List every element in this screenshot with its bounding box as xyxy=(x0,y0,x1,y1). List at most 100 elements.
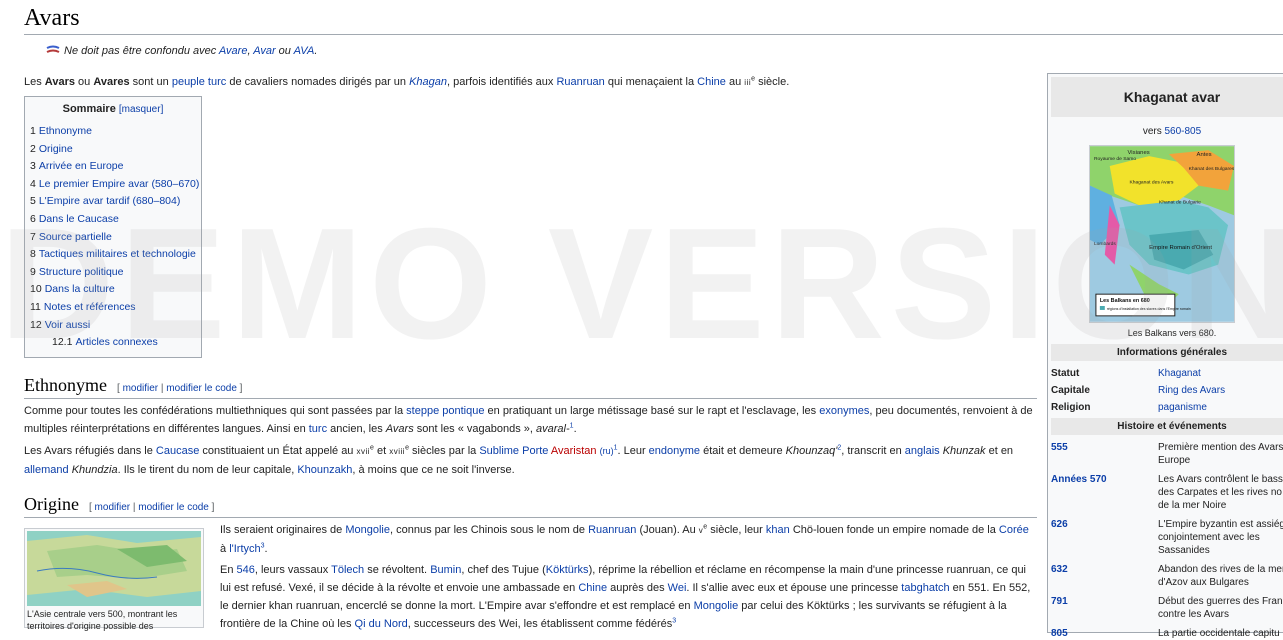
toc-item-link[interactable]: Arrivée en Europe xyxy=(39,160,124,172)
link-steppe[interactable]: steppe pontique xyxy=(406,405,484,417)
toc-item[interactable]: 12 Voir aussi xyxy=(30,317,196,335)
edit-link[interactable]: modifier xyxy=(95,502,131,513)
toc-item[interactable]: 5 L'Empire avar tardif (680–804) xyxy=(30,193,196,211)
toc-item-link[interactable]: Le premier Empire avar (580–670) xyxy=(39,178,200,190)
link-caucase[interactable]: Caucase xyxy=(156,445,199,457)
infobox-event-year[interactable]: 555 xyxy=(1051,441,1158,467)
toc-item-number: 10 xyxy=(30,283,42,296)
infobox-event-line: de la mer Noire xyxy=(1158,500,1227,511)
redlink-avaristan[interactable]: Avaristan xyxy=(551,445,597,457)
toc-item-number: 4 xyxy=(30,177,36,190)
link-khounzakh[interactable]: Khounzakh xyxy=(297,464,352,476)
link-anglais[interactable]: anglais xyxy=(905,445,940,457)
infobox-event-line: Les Avars contrôlent le bass xyxy=(1158,474,1283,485)
toc-item-link[interactable]: Tactiques militaires et technologie xyxy=(39,248,196,260)
infobox-event-line: d'Azov aux Bulgares xyxy=(1158,577,1249,588)
edit-link[interactable]: modifier xyxy=(123,383,159,394)
link-tolech[interactable]: Tölech xyxy=(331,564,364,576)
link-wei[interactable]: Wei xyxy=(668,582,687,594)
toc-item-link[interactable]: Dans le Caucase xyxy=(39,213,119,225)
hatnote-link-ava[interactable]: AVA xyxy=(294,45,315,57)
link-kokturks[interactable]: Köktürks xyxy=(546,564,589,576)
toc-item-link[interactable]: Source partielle xyxy=(39,231,112,243)
infobox-event-year[interactable]: 626 xyxy=(1051,518,1158,557)
link-khan[interactable]: khan xyxy=(766,524,790,536)
map-label-avars: Khaganat des Avars xyxy=(1129,180,1174,186)
link-period[interactable]: 560-805 xyxy=(1164,126,1201,137)
link-qi-du-nord[interactable]: Qi du Nord xyxy=(355,618,408,630)
map-balkans: Visianes Antes Royaume de Samo Khanat de… xyxy=(1089,145,1235,323)
link-allemand[interactable]: allemand xyxy=(24,464,69,476)
infobox-event-text: Début des guerres des Fran contre les Ava… xyxy=(1158,595,1283,621)
toc-toggle[interactable]: [masquer] xyxy=(119,104,163,115)
toc-item[interactable]: 2 Origine xyxy=(30,141,196,159)
link-mongolie[interactable]: Mongolie xyxy=(345,524,390,536)
link-endonyme[interactable]: endonyme xyxy=(649,445,700,457)
toc-item[interactable]: 1 Ethnonyme xyxy=(30,123,196,141)
map-label-antes: Antes xyxy=(1197,152,1212,158)
toc-item[interactable]: 8 Tactiques militaires et technologie xyxy=(30,246,196,264)
map-label-samo: Royaume de Samo xyxy=(1094,156,1136,162)
link-tabghatch[interactable]: tabghatch xyxy=(901,582,949,594)
toc-item-link[interactable]: Structure politique xyxy=(39,266,124,278)
infobox-map[interactable]: Visianes Antes Royaume de Samo Khanat de… xyxy=(1089,145,1235,323)
link-coree[interactable]: Corée xyxy=(999,524,1029,536)
infobox-event-year[interactable]: 805 xyxy=(1051,627,1158,640)
infobox-value-link[interactable]: Khaganat xyxy=(1158,367,1201,380)
link-irtych[interactable]: l'Irtych xyxy=(229,543,260,555)
infobox-row: Religion paganisme xyxy=(1051,401,1283,414)
toc-item[interactable]: 4 Le premier Empire avar (580–670) xyxy=(30,176,199,194)
infobox-general-header: Informations générales xyxy=(1051,344,1283,361)
toc-item-link[interactable]: Voir aussi xyxy=(45,319,91,331)
infobox-key: Capitale xyxy=(1051,385,1090,396)
edit-code-link[interactable]: modifier le code xyxy=(166,383,237,394)
infobox-event-year[interactable]: 632 xyxy=(1051,563,1158,589)
link-turc[interactable]: turc xyxy=(309,423,327,435)
infobox-event-row: 791 Début des guerres des Fran contre les … xyxy=(1051,595,1283,621)
infobox-value-link[interactable]: Ring des Avars xyxy=(1158,384,1225,397)
link-ru[interactable]: (ru) xyxy=(600,446,614,456)
infobox-event-year[interactable]: 791 xyxy=(1051,595,1158,621)
link-chine-2[interactable]: Chine xyxy=(578,582,607,594)
infobox-event-text: L'Empire byzantin est assiég conjointemen… xyxy=(1158,518,1283,557)
infobox-event-year[interactable]: Années 570 xyxy=(1051,473,1158,512)
infobox-value-link[interactable]: paganisme xyxy=(1158,401,1207,414)
toc-item-number: 5 xyxy=(30,195,36,208)
link-bumin[interactable]: Bumin xyxy=(430,564,461,576)
link-546[interactable]: 546 xyxy=(237,564,255,576)
link-ruanruan[interactable]: Ruanruan xyxy=(556,76,604,88)
link-chine[interactable]: Chine xyxy=(697,76,726,88)
toc-item-link[interactable]: Articles connexes xyxy=(75,336,157,348)
toc-item[interactable]: 12.1 Articles connexes xyxy=(30,334,196,352)
toc-item[interactable]: 9 Structure politique xyxy=(30,264,196,282)
thumbnail-central-asia[interactable]: L'Asie centrale vers 500, montrant les t… xyxy=(24,528,204,631)
edit-code-link[interactable]: modifier le code xyxy=(138,502,209,513)
toc-item[interactable]: 11 Notes et références xyxy=(30,299,196,317)
infobox-period: vers 560-805 xyxy=(1142,126,1202,137)
link-ruanruan-2[interactable]: Ruanruan xyxy=(588,524,636,536)
toc-item[interactable]: 10 Dans la culture xyxy=(30,281,196,299)
ref-3b[interactable]: 3 xyxy=(672,617,676,624)
hatnote-link-avar[interactable]: Avar xyxy=(253,45,275,57)
link-exonymes[interactable]: exonymes xyxy=(819,405,869,417)
link-peuple[interactable]: peuple turc xyxy=(172,76,226,88)
toc-item[interactable]: 6 Dans le Caucase xyxy=(30,211,196,229)
intro-paragraph: Les Avars ou Avares sont un peuple turc … xyxy=(24,75,790,88)
toc-item-link[interactable]: Dans la culture xyxy=(45,283,115,295)
toc-item-link[interactable]: Notes et références xyxy=(44,301,136,313)
toc-item[interactable]: 7 Source partielle xyxy=(30,229,196,247)
hatnote-link-avare[interactable]: Avare xyxy=(219,45,248,57)
infobox-event-line: Première mention des Avars xyxy=(1158,442,1283,453)
link-khagan[interactable]: Khagan xyxy=(409,76,447,88)
toc-item-link[interactable]: Origine xyxy=(39,143,73,155)
toc-title: Sommaire xyxy=(62,103,116,115)
toc-item[interactable]: 3 Arrivée en Europe xyxy=(30,158,196,176)
toc-item-number: 9 xyxy=(30,265,36,278)
infobox-events: 555 Première mention des Avars Europe Année… xyxy=(1051,435,1283,640)
link-mongolie-2[interactable]: Mongolie xyxy=(694,600,739,612)
toc-item-link[interactable]: L'Empire avar tardif (680–804) xyxy=(39,195,181,207)
heading-ethnonyme: Ethnonyme[ modifier | modifier le code ] xyxy=(24,375,1037,399)
toc-item-link[interactable]: Ethnonyme xyxy=(39,125,92,137)
heading-origine: Origine[ modifier | modifier le code ] xyxy=(24,494,1037,518)
link-sublime-porte[interactable]: Sublime Porte xyxy=(479,445,548,457)
